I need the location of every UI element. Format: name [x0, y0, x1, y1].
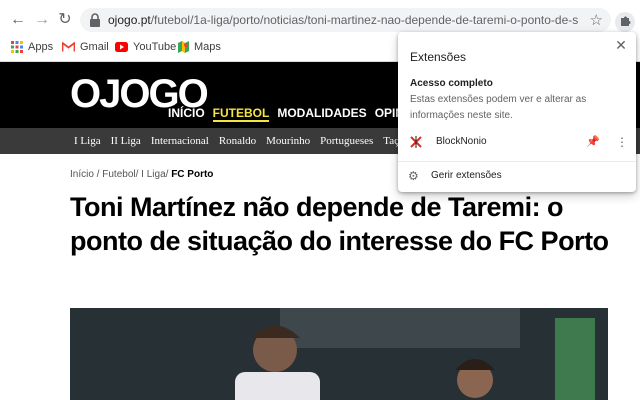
- bookmark-gmail[interactable]: Gmail: [62, 40, 109, 54]
- bookmark-youtube[interactable]: YouTube: [115, 40, 176, 54]
- bookmark-apps[interactable]: Apps: [11, 40, 53, 54]
- nav-item-futebol[interactable]: FUTEBOL: [212, 106, 270, 122]
- subnav-bg: [0, 128, 70, 154]
- url-text[interactable]: ojogo.pt/futebol/1a-liga/porto/noticias/…: [108, 8, 578, 32]
- maps-icon: [178, 41, 189, 53]
- sub-nav-items: I Liga II Liga Internacional Ronaldo Mou…: [74, 128, 412, 154]
- breadcrumb: Início / Futebol/ I Liga/ FC Porto: [70, 169, 214, 180]
- more-vert-icon[interactable]: ⋮: [616, 135, 628, 149]
- hero-photo-shapes: [70, 308, 608, 400]
- subnav-item[interactable]: I Liga: [74, 128, 101, 154]
- extension-name: BlockNonio: [436, 136, 487, 147]
- pin-icon[interactable]: 📌: [586, 135, 600, 148]
- subnav-item[interactable]: Internacional: [151, 128, 209, 154]
- apps-grid-icon: [11, 41, 23, 53]
- bookmark-label: Maps: [194, 41, 221, 53]
- address-bar[interactable]: ojogo.pt/futebol/1a-liga/porto/noticias/…: [80, 8, 611, 32]
- subnav-item[interactable]: II Liga: [111, 128, 141, 154]
- star-icon[interactable]: ☆: [590, 11, 603, 29]
- puzzle-icon: [621, 16, 631, 26]
- nav-item-modalidades[interactable]: MODALIDADES: [277, 106, 366, 122]
- extensions-popup: Extensões ✕ Acesso completo Estas extens…: [398, 32, 636, 192]
- close-icon[interactable]: ✕: [614, 38, 628, 52]
- manage-extensions-label: Gerir extensões: [431, 170, 502, 181]
- subnav-item[interactable]: Mourinho: [266, 128, 310, 154]
- reload-icon[interactable]: ↻: [55, 10, 75, 30]
- extension-row-blocknonio[interactable]: BlockNonio 📌 ⋮: [398, 132, 636, 152]
- breadcrumb-current[interactable]: FC Porto: [171, 169, 213, 180]
- blocknonio-icon: [410, 136, 422, 148]
- bookmark-label: Apps: [28, 41, 54, 53]
- popup-title: Extensões: [410, 50, 467, 64]
- bookmark-maps[interactable]: Maps: [178, 40, 221, 54]
- subnav-item[interactable]: Portugueses: [320, 128, 373, 154]
- subnav-item[interactable]: Ronaldo: [219, 128, 256, 154]
- popup-divider: [398, 161, 636, 162]
- youtube-icon: [115, 42, 128, 52]
- toolbar: ← → ↻ ojogo.pt/futebol/1a-liga/porto/not…: [0, 6, 640, 34]
- bookmark-label: YouTube: [133, 41, 177, 53]
- url-host: ojogo.pt: [108, 13, 151, 27]
- url-path: /futebol/1a-liga/porto/noticias/toni-mar…: [150, 13, 578, 27]
- breadcrumb-item[interactable]: I Liga: [141, 169, 165, 180]
- article-headline: Toni Martínez não depende de Taremi: o p…: [70, 192, 609, 256]
- gear-icon: ⚙: [408, 169, 419, 183]
- forward-icon[interactable]: →: [32, 10, 52, 30]
- article-hero-image: [70, 308, 608, 400]
- back-icon[interactable]: ←: [8, 10, 28, 30]
- extensions-button[interactable]: [615, 12, 635, 32]
- gmail-icon: [62, 42, 75, 52]
- breadcrumb-item[interactable]: Futebol: [102, 169, 135, 180]
- lock-icon[interactable]: [89, 13, 101, 27]
- manage-extensions-button[interactable]: ⚙ Gerir extensões: [398, 168, 636, 184]
- full-access-description: Estas extensões podem ver e alterar as i…: [410, 94, 587, 121]
- full-access-title: Acesso completo: [410, 78, 493, 89]
- bookmark-label: Gmail: [80, 41, 109, 53]
- main-nav: INÍCIO FUTEBOL MODALIDADES OPINIÃO: [168, 106, 425, 122]
- nav-item-inicio[interactable]: INÍCIO: [168, 106, 205, 122]
- breadcrumb-item[interactable]: Início: [70, 169, 94, 180]
